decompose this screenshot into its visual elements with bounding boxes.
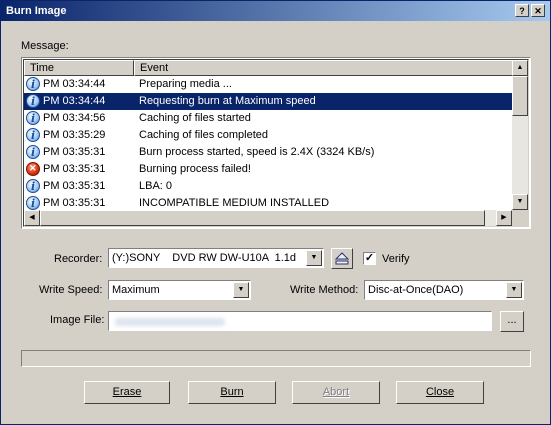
abort-button[interactable]: Abort (292, 381, 380, 404)
scroll-left-button[interactable]: ◀ (24, 210, 40, 226)
log-row[interactable]: PM 03:35:31 LBA: 0 (24, 178, 517, 195)
write-method-label: Write Method: (290, 284, 359, 296)
message-log-list[interactable]: Time Event PM 03:34:44 Preparing media ..… (21, 57, 531, 229)
vertical-scroll-thumb[interactable] (512, 76, 528, 116)
log-row[interactable]: PM 03:34:44 Preparing media ... (24, 76, 517, 93)
log-row[interactable]: PM 03:35:29 Caching of files completed (24, 127, 517, 144)
write-method-select[interactable]: Disc-at-Once(DAO) ▼ (364, 280, 524, 300)
log-event: LBA: 0 (139, 180, 173, 192)
log-time: PM 03:35:29 (43, 129, 106, 141)
column-header-event[interactable]: Event (134, 60, 517, 76)
log-row[interactable]: PM 03:35:31 Burning process failed! (24, 161, 517, 178)
info-icon (26, 111, 40, 125)
log-time: PM 03:35:31 (43, 180, 106, 192)
scroll-down-button[interactable]: ▼ (512, 194, 528, 210)
info-icon (26, 94, 40, 108)
recorder-select[interactable]: (Y:)SONY DVD RW DW-U10A 1.1d ▼ (108, 248, 324, 268)
log-time: PM 03:34:44 (43, 95, 106, 107)
log-event: Caching of files started (139, 112, 251, 124)
log-event: Burning process failed! (139, 163, 251, 175)
browse-button[interactable]: ... (500, 311, 524, 332)
chevron-down-icon[interactable]: ▼ (233, 282, 249, 298)
log-time: PM 03:35:31 (43, 163, 106, 175)
scroll-corner (512, 210, 528, 226)
burn-button[interactable]: Burn (188, 381, 276, 404)
recorder-value: (Y:)SONY DVD RW DW-U10A 1.1d (112, 252, 296, 264)
log-event: Preparing media ... (139, 78, 232, 90)
column-header-time[interactable]: Time (24, 60, 134, 76)
message-label: Message: (21, 40, 69, 52)
error-icon (26, 162, 40, 176)
burn-label: Burn (220, 386, 244, 398)
recorder-label: Recorder: (54, 253, 103, 265)
vertical-scrollbar[interactable]: ▲ ▼ (512, 60, 528, 210)
chevron-down-icon[interactable]: ▼ (506, 282, 522, 298)
erase-label: Erase (112, 386, 142, 398)
info-icon (26, 179, 40, 193)
log-time: PM 03:34:56 (43, 112, 106, 124)
scroll-up-button[interactable]: ▲ (512, 60, 528, 76)
close-label: Close (425, 386, 455, 398)
log-event: Requesting burn at Maximum speed (139, 95, 316, 107)
write-speed-select[interactable]: Maximum ▼ (108, 280, 251, 300)
log-time: PM 03:35:31 (43, 146, 106, 158)
chevron-down-icon[interactable]: ▼ (306, 250, 322, 266)
log-row[interactable]: PM 03:34:44 Requesting burn at Maximum sp… (24, 93, 517, 110)
eject-icon (334, 252, 350, 265)
horizontal-scroll-thumb[interactable] (40, 210, 485, 226)
write-method-value: Disc-at-Once(DAO) (368, 284, 464, 296)
log-time: PM 03:34:44 (43, 78, 106, 90)
info-icon (26, 145, 40, 159)
verify-label: Verify (382, 253, 410, 265)
blurred-path (115, 318, 225, 326)
log-event: Caching of files completed (139, 129, 269, 141)
help-button[interactable]: ? (515, 4, 529, 17)
log-event: INCOMPATIBLE MEDIUM INSTALLED (139, 197, 330, 209)
abort-label: Abort (322, 386, 350, 398)
write-speed-label: Write Speed: (39, 284, 103, 296)
log-row[interactable]: PM 03:34:56 Caching of files started (24, 110, 517, 127)
close-window-button[interactable]: ✕ (531, 4, 545, 17)
log-row[interactable]: PM 03:35:31 Burn process started, speed i… (24, 144, 517, 161)
info-icon (26, 196, 40, 210)
erase-button[interactable]: Erase (84, 381, 170, 404)
title-bar[interactable]: Burn Image ? ✕ (1, 1, 550, 21)
write-speed-value: Maximum (112, 284, 160, 296)
scroll-right-button[interactable]: ▶ (496, 210, 512, 226)
close-button[interactable]: Close (396, 381, 484, 404)
log-time: PM 03:35:31 (43, 197, 106, 209)
eject-button[interactable] (331, 248, 353, 269)
image-file-input[interactable] (108, 311, 492, 331)
burn-progress-bar (21, 350, 531, 367)
horizontal-scrollbar[interactable]: ◀ ▶ (24, 210, 512, 226)
log-event: Burn process started, speed is 2.4X (332… (139, 146, 375, 158)
window-title: Burn Image (6, 5, 67, 17)
info-icon (26, 128, 40, 142)
info-icon (26, 77, 40, 91)
image-file-label: Image File: (50, 314, 105, 326)
burn-image-dialog: Burn Image ? ✕ Message: Time Event PM 03… (0, 0, 551, 425)
verify-checkbox[interactable]: ✓ (363, 252, 376, 265)
